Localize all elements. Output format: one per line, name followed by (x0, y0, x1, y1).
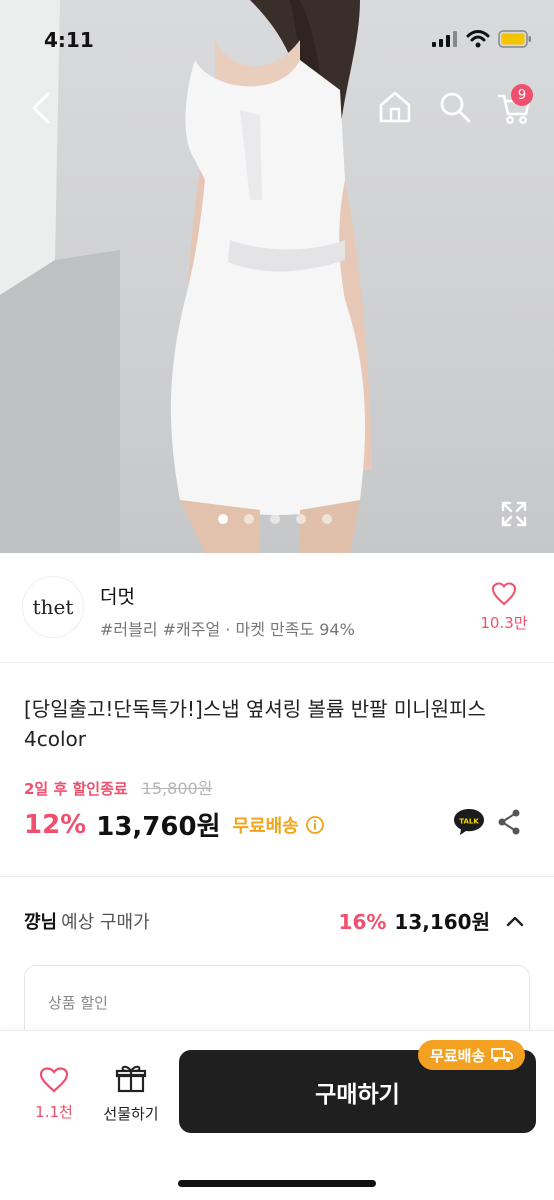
sale-info: 2일 후 할인종료 15,800원 (24, 775, 212, 799)
heart-icon (39, 1067, 69, 1093)
truck-icon (491, 1048, 514, 1062)
search-icon[interactable] (436, 88, 474, 126)
expected-discount: 16% (338, 910, 387, 934)
back-arrow-icon[interactable] (24, 88, 60, 128)
expected-price-text: 예상 구매가 (61, 912, 150, 933)
gallery-dot[interactable] (270, 514, 280, 524)
gallery-dot[interactable] (296, 514, 306, 524)
status-icons (432, 30, 532, 48)
heart-icon (491, 582, 517, 606)
section-divider (0, 876, 554, 877)
store-like-button[interactable]: 10.3만 (474, 582, 534, 633)
share-icon[interactable] (496, 808, 522, 836)
svg-text:TALK: TALK (459, 818, 479, 826)
store-like-count: 10.3만 (480, 614, 528, 632)
home-icon[interactable] (376, 88, 414, 126)
product-image[interactable]: 4:11 9 (0, 0, 554, 553)
wishlist-count: 1.1천 (35, 1103, 73, 1121)
store-info[interactable]: thet 더멋 #러블리 #캐주얼 · 마켓 만족도 94% 10.3만 (0, 554, 554, 662)
expected-price-value: 13,160원 (394, 910, 490, 934)
gift-icon (115, 1065, 147, 1093)
expected-price-label: 꺙님 예상 구매가 (24, 908, 150, 934)
gallery-dot[interactable] (322, 514, 332, 524)
cellular-signal-icon (432, 31, 457, 47)
status-bar: 4:11 (0, 0, 554, 84)
store-logo-mark: thet (33, 595, 74, 619)
product-detail-page: 4:11 9 thet 더멋 #러블리 #캐주얼 · 마켓 만족도 94% 10… (0, 0, 554, 1200)
info-icon[interactable] (305, 815, 325, 835)
store-name[interactable]: 더멋 (100, 582, 135, 609)
free-shipping-badge-text: 무료배송 (430, 1046, 486, 1065)
status-time: 4:11 (44, 28, 94, 52)
bottom-action-bar: 1.1천 선물하기 구매하기 무료배송 (0, 1030, 554, 1200)
original-price: 15,800원 (141, 779, 213, 798)
wifi-icon (466, 30, 490, 48)
free-shipping-label: 무료배송 (232, 815, 299, 837)
store-logo-text: thet (33, 595, 74, 619)
sale-timer: 2일 후 할인종료 (24, 780, 128, 798)
cart-count-badge: 9 (511, 84, 533, 106)
chevron-up-icon[interactable] (504, 910, 526, 932)
home-indicator (178, 1180, 376, 1187)
product-discount-label: 상품 할인 (48, 994, 108, 1012)
kakaotalk-share-icon[interactable]: TALK (452, 807, 486, 837)
gallery-dot[interactable] (218, 514, 228, 524)
fullscreen-expand-icon[interactable] (500, 500, 528, 528)
store-logo[interactable]: thet (22, 576, 84, 638)
expected-price: 16% 13,160원 (339, 906, 490, 935)
product-title: [당일출고!단독특가!]스냅 옆셔링 볼륨 반팔 미니원피스 4color (24, 697, 486, 751)
store-tags: #러블리 #캐주얼 · 마켓 만족도 94% (100, 620, 355, 639)
gallery-dot[interactable] (244, 514, 254, 524)
user-nickname: 꺙님 (24, 912, 58, 933)
battery-icon (498, 30, 531, 48)
sale-price: 13,760원 (96, 812, 221, 842)
discount-rate: 12% (24, 809, 87, 840)
gift-label: 선물하기 (103, 1105, 159, 1123)
wishlist-button[interactable]: 1.1천 (26, 1067, 82, 1122)
divider (0, 662, 554, 663)
free-shipping-badge: 무료배송 (418, 1040, 526, 1070)
gallery-pagination (218, 514, 332, 524)
price-row: 12% 13,760원 무료배송 (24, 806, 325, 843)
gift-button[interactable]: 선물하기 (96, 1063, 166, 1124)
